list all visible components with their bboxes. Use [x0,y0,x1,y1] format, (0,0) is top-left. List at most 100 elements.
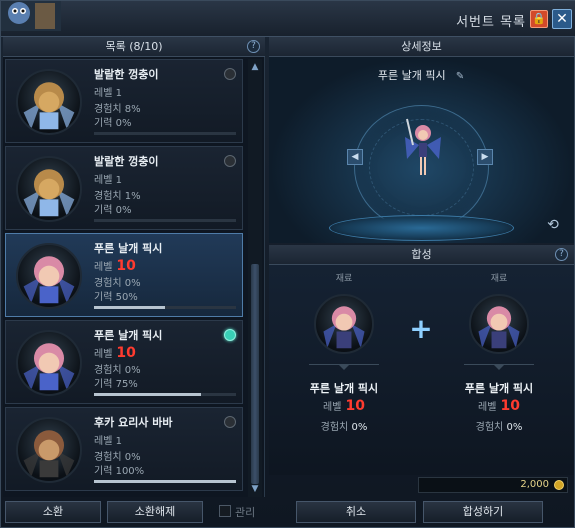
material-exp: 경험치 0% [320,422,368,433]
edit-name-icon[interactable]: ✎ [455,71,465,82]
servant-card[interactable]: 발랄한 껑충이 레벨 1 경험치 1% 기력 0% [5,146,243,230]
servant-energy: 기력 50% [94,292,138,303]
fairy-portrait-icon [478,306,520,349]
select-radio[interactable] [224,329,236,341]
servant-list-window: 서번트 목록 🔒 ✕ 목록 (8/10) ? 발랄한 껑충이 레벨 1 경험치 8%… [0,0,575,528]
scroll-thumb[interactable] [251,264,259,484]
servant-name: 발랄한 껑충이 [94,68,159,81]
preview-platform [329,215,514,241]
material-level: 레벨 10 [323,398,365,414]
servant-card[interactable]: 발랄한 껑충이레벨 1 경험치 8% 기력 0% [5,59,243,143]
synthesis-title: 합성 [411,248,432,261]
servant-exp: 경험치 0% [94,278,141,289]
help-icon[interactable]: ? [247,40,260,53]
fairy-model-icon[interactable] [399,115,447,185]
material-exp: 경험치 0% [475,422,523,433]
material-name: 푸른 날개 픽시 [309,382,379,395]
material-slot-left[interactable]: 재료 푸른 날개 픽시 레벨 10 경험치 0% [289,271,399,433]
synthesis-header: 합성 ? [269,245,574,265]
servant-name: 발랄한 껑충이 [94,155,159,168]
servant-card[interactable]: 푸른 날개 픽시레벨 10 경험치 0% 기력 75% [5,320,243,404]
servant-energy: 기력 0% [94,118,132,129]
servant-portrait [16,156,82,222]
energy-bar-fill [94,480,236,483]
mascot-icon [1,1,61,31]
energy-bar-fill [94,393,201,396]
material-portrait [469,294,529,354]
pet-name-row: 푸른 날개 픽시 ✎ [269,67,574,83]
servant-level: 레벨 10 [94,258,136,274]
gold-coin-icon [554,480,564,490]
servant-exp: 경험치 0% [94,452,141,463]
servant-energy: 기력 75% [94,379,138,390]
energy-bar [94,132,236,135]
manage-label: 관리 [235,506,256,519]
synthesis-cost: 2,000 [418,477,568,493]
servant-list: 발랄한 껑충이 레벨 1 경험치 8% 기력 0% 발랄한 껑충이 레벨 1 경험치 1% 기… [5,59,245,497]
list-count-label: 목록 (8/10) [105,40,163,53]
servant-level: 레벨 10 [94,345,136,361]
scroll-up-icon[interactable]: ▲ [248,61,262,73]
material-level: 레벨 10 [478,398,520,414]
servant-portrait-icon [23,343,75,391]
synthesize-button[interactable]: 합성하기 [423,501,543,523]
servant-card[interactable]: 푸른 날개 픽시레벨 10 경험치 0% 기력 50% [5,233,243,317]
prev-arrow-icon[interactable]: ◀ [347,149,363,165]
energy-bar [94,480,236,483]
servant-portrait [16,417,82,483]
unsummon-button[interactable]: 소환해제 [107,501,203,523]
scroll-down-icon[interactable]: ▼ [248,483,262,495]
pet-preview: 푸른 날개 픽시 ✎ ◀ ▶ ⟲ [269,57,574,243]
servant-level: 레벨 1 [94,436,122,447]
detail-header: 상세정보 [269,37,574,57]
servant-portrait-icon [23,430,75,478]
material-portrait [314,294,374,354]
servant-level: 레벨 1 [94,88,122,99]
select-radio[interactable] [224,416,236,428]
synthesis-help-icon[interactable]: ? [555,248,568,261]
servant-name: 후카 요리사 바바 [94,416,173,429]
select-radio[interactable] [224,68,236,80]
select-radio[interactable] [224,155,236,167]
summon-button[interactable]: 소환 [5,501,101,523]
material-label: 재료 [335,274,353,284]
servant-energy: 기력 0% [94,205,132,216]
material-label: 재료 [490,274,508,284]
servant-portrait [16,330,82,396]
material-name: 푸른 날개 픽시 [464,382,534,395]
energy-bar-fill [94,306,165,309]
title-bar[interactable]: 서번트 목록 🔒 ✕ [1,1,575,37]
cost-value: 2,000 [520,479,549,490]
servant-exp: 경험치 1% [94,191,141,202]
rotate-icon[interactable]: ⟲ [544,217,562,235]
fairy-portrait-icon [323,306,365,349]
material-slot-right[interactable]: 재료 푸른 날개 픽시 레벨 10 경험치 0% [444,271,554,433]
material-divider [309,364,379,374]
energy-bar [94,219,236,222]
servant-card[interactable]: 후카 요리사 바바레벨 1 경험치 0% 기력 100% [5,407,243,491]
servant-name: 푸른 날개 픽시 [94,242,163,255]
close-button[interactable]: ✕ [552,9,572,29]
manage-checkbox[interactable] [219,505,231,517]
servant-portrait [16,69,82,135]
servant-portrait [16,243,82,309]
servant-exp: 경험치 0% [94,365,141,376]
servant-list-panel: 목록 (8/10) ? 발랄한 껑충이 레벨 1 경험치 8% 기력 0% 발랄한 껑충… [3,37,265,497]
next-arrow-icon[interactable]: ▶ [477,149,493,165]
pet-name: 푸른 날개 픽시 [377,69,446,82]
servant-name: 푸른 날개 픽시 [94,329,163,342]
servant-portrait-icon [23,256,75,304]
list-header: 목록 (8/10) ? [3,37,265,57]
detail-panel: 상세정보 푸른 날개 픽시 ✎ ◀ ▶ ⟲ 합성 ? 재료 푸른 날개 픽시 레… [269,37,574,497]
servant-portrait-icon [23,169,75,217]
lock-button[interactable]: 🔒 [530,10,548,28]
list-scrollbar[interactable]: ▲ ▼ [248,59,262,497]
plus-icon: + [409,312,433,345]
servant-exp: 경험치 8% [94,104,141,115]
synthesis-area: 재료 푸른 날개 픽시 레벨 10 경험치 0% + 재료 푸른 날개 픽시 레… [269,265,574,475]
energy-bar [94,393,236,396]
energy-bar [94,306,236,309]
cancel-button[interactable]: 취소 [296,501,416,523]
servant-energy: 기력 100% [94,466,145,477]
window-title: 서번트 목록 [456,15,526,30]
